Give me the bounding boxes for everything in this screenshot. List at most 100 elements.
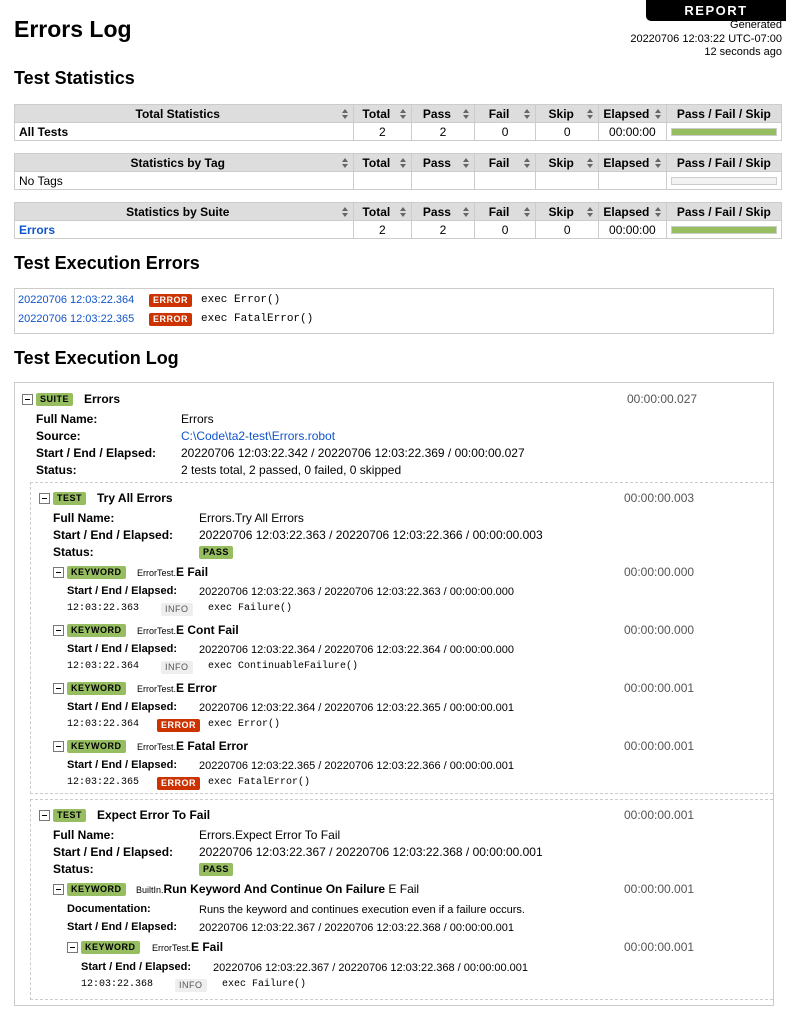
meta-key: Start / End / Elapsed: <box>53 528 174 542</box>
message-text: exec ContinuableFailure() <box>208 661 359 672</box>
suite-status: 2 tests total, 2 passed, 0 failed, 0 ski… <box>181 463 402 477</box>
keyword-library: ErrorTest. <box>137 742 177 752</box>
stat-header-col[interactable]: Elapsed <box>598 202 667 221</box>
error-timestamp-link[interactable]: 20220706 12:03:22.365 <box>18 313 134 325</box>
sort-icon <box>341 109 349 119</box>
keyword-name[interactable]: ErrorTest.E Fatal Error <box>137 739 248 753</box>
stat-header-col[interactable]: Fail <box>473 202 537 221</box>
sort-icon <box>341 207 349 217</box>
keyword-collapse-toggle[interactable] <box>53 683 64 694</box>
test-badge: TEST <box>53 809 87 822</box>
stat-header-name[interactable]: Statistics by Suite <box>14 202 354 221</box>
keyword-collapse-toggle[interactable] <box>53 741 64 752</box>
error-message: exec Error() <box>201 294 281 306</box>
stat-header-col[interactable]: Total <box>352 153 413 172</box>
stat-graph <box>665 220 783 239</box>
stat-elapsed: 00:00:00 <box>598 220 667 239</box>
stat-elapsed: 00:00:00 <box>598 122 667 141</box>
stat-header-col[interactable]: Fail <box>473 104 537 123</box>
stat-row: Errors 2 2 0 0 00:00:00 <box>14 220 783 239</box>
test-name[interactable]: Try All Errors <box>97 491 173 505</box>
test-collapse-toggle[interactable] <box>39 493 50 504</box>
error-level-badge: ERROR <box>149 294 193 307</box>
pass-bar-fill <box>671 226 776 233</box>
stat-row-name: No Tags <box>14 171 354 190</box>
keyword-times: 20220706 12:03:22.363 / 20220706 12:03:2… <box>199 586 515 598</box>
stat-header-name[interactable]: Total Statistics <box>14 104 354 123</box>
stat-fail <box>473 171 537 190</box>
meta-key: Start / End / Elapsed: <box>67 643 178 655</box>
keyword-badge: KEYWORD <box>67 566 126 579</box>
test-times: 20220706 12:03:22.363 / 20220706 12:03:2… <box>199 528 543 542</box>
report-header: REPORT Errors Log Generated 20220706 12:… <box>0 0 786 60</box>
stat-header-col[interactable]: Skip <box>535 202 600 221</box>
suite-statistics-table: Statistics by Suite Total Pass Fail Skip Elap… <box>14 202 783 239</box>
sort-icon <box>341 158 349 168</box>
message-timestamp: 12:03:22.368 <box>81 979 154 990</box>
message-level-badge: INFO <box>175 979 207 992</box>
stat-header-col[interactable]: Fail <box>473 153 537 172</box>
message-text: exec Failure() <box>222 979 307 990</box>
stat-header-name[interactable]: Statistics by Tag <box>14 153 354 172</box>
suite-elapsed: 00:00:00.027 <box>627 392 698 406</box>
suite-collapse-toggle[interactable] <box>22 394 33 405</box>
keyword-elapsed: 00:00:00.001 <box>624 739 695 753</box>
stat-header-col[interactable]: Elapsed <box>598 153 667 172</box>
meta-key: Start / End / Elapsed: <box>67 701 178 713</box>
stat-row: All Tests 2 2 0 0 00:00:00 <box>14 122 783 141</box>
generated-info: Generated 20220706 12:03:22 UTC-07:00 12… <box>630 19 782 60</box>
stat-row-name[interactable]: Errors <box>14 220 354 239</box>
stat-header-col[interactable]: Total <box>352 104 413 123</box>
stat-pass <box>411 171 475 190</box>
keyword-collapse-toggle[interactable] <box>67 942 78 953</box>
keyword-name[interactable]: ErrorTest.E Error <box>137 681 217 695</box>
keyword-elapsed: 00:00:00.001 <box>624 882 695 896</box>
suite-source-link[interactable]: C:\Code\ta2-test\Errors.robot <box>181 429 335 443</box>
stat-header-col[interactable]: Elapsed <box>598 104 667 123</box>
stat-header-col[interactable]: Skip <box>535 104 600 123</box>
test-full-name: Errors.Try All Errors <box>199 511 304 525</box>
keyword-library: ErrorTest. <box>152 943 192 953</box>
stat-header-col[interactable]: Pass <box>411 153 475 172</box>
test-collapse-toggle[interactable] <box>39 810 50 821</box>
keyword-collapse-toggle[interactable] <box>53 625 64 636</box>
keyword-elapsed: 00:00:00.000 <box>624 623 695 637</box>
stat-header-col[interactable]: Pass <box>411 104 475 123</box>
sort-icon <box>400 207 407 217</box>
stat-header-col: Pass / Fail / Skip <box>665 104 783 123</box>
keyword-times: 20220706 12:03:22.364 / 20220706 12:03:2… <box>199 702 515 714</box>
sort-icon <box>524 207 531 217</box>
error-message: exec FatalError() <box>201 313 314 325</box>
keyword-collapse-toggle[interactable] <box>53 567 64 578</box>
test-name[interactable]: Expect Error To Fail <box>97 808 210 822</box>
keyword-collapse-toggle[interactable] <box>53 884 64 895</box>
report-link[interactable]: REPORT <box>646 0 786 21</box>
stat-header-col[interactable]: Pass <box>411 202 475 221</box>
meta-key: Status: <box>53 545 94 559</box>
meta-key: Start / End / Elapsed: <box>67 921 178 933</box>
sort-icon <box>587 109 594 119</box>
sort-icon <box>654 207 662 217</box>
keyword-name[interactable]: ErrorTest.E Fail <box>152 940 223 954</box>
message-timestamp: 12:03:22.364 <box>67 661 140 672</box>
execution-log-heading: Test Execution Log <box>14 348 179 368</box>
keyword-title: E Fatal Error <box>176 739 249 753</box>
tag-statistics-table: Statistics by Tag Total Pass Fail Skip Elapse… <box>14 153 783 190</box>
message-text: exec Failure() <box>208 603 293 614</box>
keyword-title: E Error <box>176 681 217 695</box>
stat-header-col[interactable]: Total <box>352 202 413 221</box>
keyword-name[interactable]: ErrorTest.E Fail <box>137 565 208 579</box>
pass-bar-fill <box>671 128 776 135</box>
execution-log-box: SUITE Errors 00:00:00.027 Full Name: Err… <box>14 382 774 1006</box>
sort-icon <box>524 109 531 119</box>
message-text: exec Error() <box>208 719 281 730</box>
suite-name[interactable]: Errors <box>84 392 120 406</box>
keyword-name[interactable]: ErrorTest.E Cont Fail <box>137 623 239 637</box>
keyword-args: E Fail <box>388 882 420 896</box>
error-timestamp-link[interactable]: 20220706 12:03:22.364 <box>18 294 134 306</box>
keyword-name[interactable]: BuiltIn.Run Keyword And Continue On Fail… <box>136 882 419 896</box>
stat-header-col[interactable]: Skip <box>535 153 600 172</box>
keyword-times: 20220706 12:03:22.365 / 20220706 12:03:2… <box>199 760 515 772</box>
sort-icon <box>400 158 407 168</box>
keyword-title: E Fail <box>191 940 224 954</box>
